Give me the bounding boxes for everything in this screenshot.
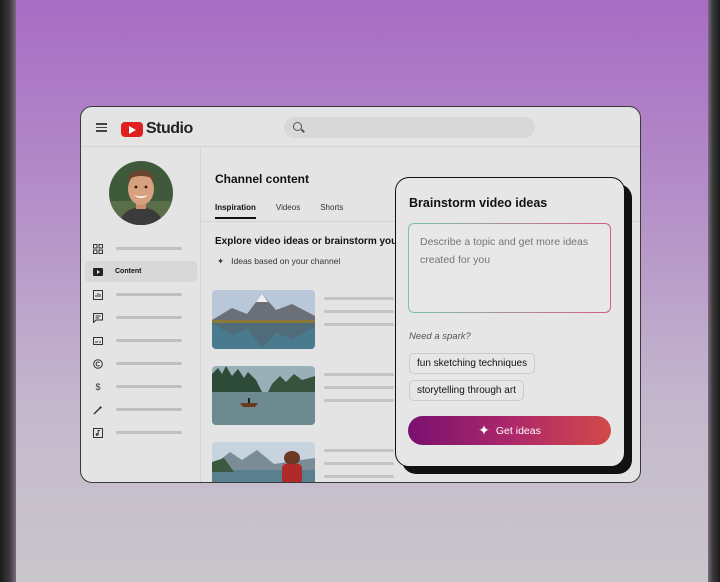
placeholder-line — [324, 373, 394, 376]
placeholder-line — [324, 386, 394, 389]
sidebar-item-copyright[interactable] — [85, 353, 197, 374]
get-ideas-button[interactable]: ✦ Get ideas — [408, 416, 611, 445]
avatar[interactable] — [109, 161, 173, 225]
sidebar-item-content[interactable]: Content — [85, 261, 197, 282]
ideas-based-text: Ideas based on your channel — [231, 256, 341, 266]
explore-heading: Explore video ideas or brainstorm you — [215, 236, 398, 247]
earn-icon: $ — [95, 381, 101, 392]
content-icon — [93, 267, 103, 277]
placeholder-line — [116, 339, 182, 342]
video-thumbnail[interactable] — [212, 442, 315, 482]
placeholder-line — [116, 362, 182, 365]
sidebar: Content $ — [81, 147, 201, 482]
placeholder-line — [324, 310, 394, 313]
topic-input[interactable] — [408, 223, 611, 313]
tab-bar: Inspiration Videos Shorts — [215, 203, 363, 219]
get-ideas-label: Get ideas — [495, 424, 541, 437]
placeholder-line — [324, 297, 394, 300]
top-bar: Studio — [81, 107, 640, 147]
search-input[interactable] — [284, 117, 535, 138]
device-edge-left — [0, 0, 16, 582]
analytics-icon — [93, 289, 103, 300]
suggestion-chip[interactable]: storytelling through art — [409, 380, 524, 401]
video-thumbnail[interactable] — [212, 366, 315, 425]
tab-shorts[interactable]: Shorts — [320, 203, 343, 219]
page-title: Channel content — [215, 172, 310, 186]
placeholder-line — [324, 449, 394, 452]
placeholder-line — [116, 316, 182, 319]
placeholder-line — [116, 431, 182, 434]
copyright-icon — [93, 358, 103, 369]
studio-logo[interactable]: Studio — [121, 120, 193, 138]
placeholder-line — [324, 323, 394, 326]
sidebar-item-label: Content — [115, 268, 142, 275]
placeholder-line — [324, 399, 394, 402]
dashboard-icon — [93, 243, 103, 254]
youtube-play-icon — [121, 121, 143, 137]
suggestion-chip[interactable]: fun sketching techniques — [409, 353, 536, 374]
ideas-based-label: ✦ Ideas based on your channel — [217, 256, 340, 267]
tab-inspiration[interactable]: Inspiration — [215, 203, 256, 219]
sidebar-item-analytics[interactable] — [85, 284, 197, 305]
spark-label: Need a spark? — [409, 331, 471, 342]
logo-text: Studio — [146, 120, 193, 137]
placeholder-line — [324, 462, 394, 465]
placeholder-line — [116, 385, 182, 388]
video-thumbnail[interactable] — [212, 290, 315, 349]
sidebar-item-subtitles[interactable] — [85, 330, 197, 351]
search-icon — [293, 122, 302, 131]
subtitles-icon — [93, 336, 103, 346]
customization-icon — [93, 405, 103, 415]
brainstorm-panel: Brainstorm video ideas Need a spark? fun… — [395, 177, 625, 467]
hamburger-menu-icon[interactable] — [96, 123, 107, 132]
device-edge-right — [708, 0, 720, 582]
sidebar-item-customization[interactable] — [85, 399, 197, 420]
brainstorm-title: Brainstorm video ideas — [409, 196, 548, 210]
placeholder-line — [116, 293, 182, 296]
sidebar-item-dashboard[interactable] — [85, 238, 197, 259]
placeholder-line — [116, 408, 182, 411]
sparkle-icon: ✦ — [478, 422, 490, 438]
sidebar-item-audio-library[interactable] — [85, 422, 197, 443]
comments-icon — [93, 312, 103, 324]
sparkle-icon: ✦ — [217, 256, 225, 266]
tab-videos[interactable]: Videos — [276, 203, 300, 219]
sidebar-item-earn[interactable]: $ — [85, 376, 197, 397]
placeholder-line — [324, 475, 394, 478]
audio-library-icon — [93, 427, 103, 438]
sidebar-item-comments[interactable] — [85, 307, 197, 328]
placeholder-line — [116, 247, 182, 250]
